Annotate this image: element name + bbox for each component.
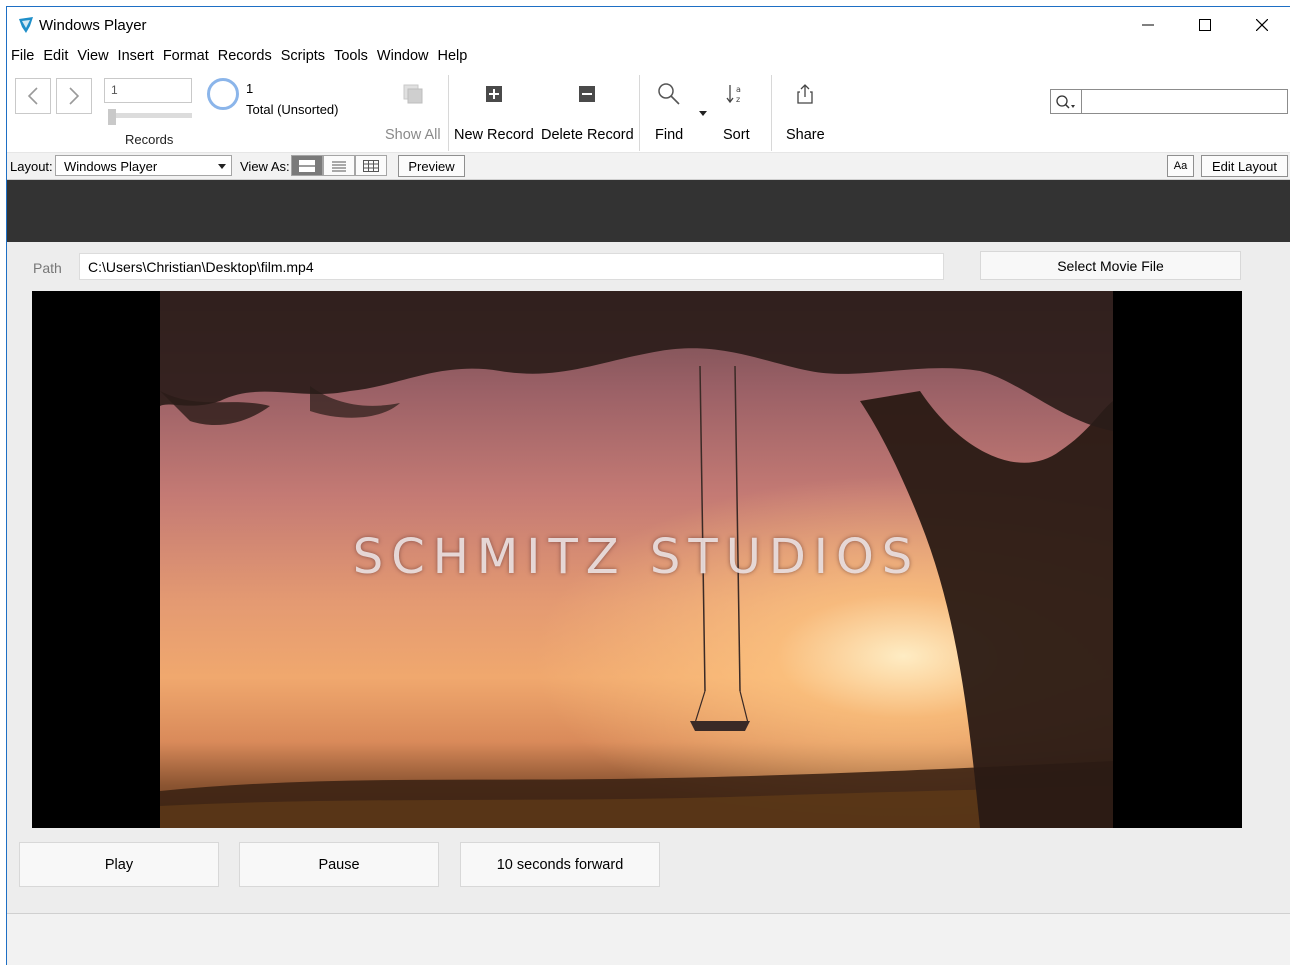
record-slider-thumb[interactable] xyxy=(108,109,116,125)
minus-box-icon xyxy=(579,86,596,102)
quick-find-field[interactable] xyxy=(1050,89,1288,114)
edit-layout-button[interactable]: Edit Layout xyxy=(1201,155,1288,177)
toolbar-divider xyxy=(639,75,640,151)
layout-dropdown-value: Windows Player xyxy=(64,159,158,174)
chevron-right-icon xyxy=(69,87,80,105)
path-label: Path xyxy=(33,260,62,276)
new-record-button[interactable]: New Record xyxy=(454,77,534,147)
menu-edit[interactable]: Edit xyxy=(39,45,72,67)
next-record-button[interactable] xyxy=(56,78,92,114)
menu-help[interactable]: Help xyxy=(434,45,472,67)
video-frame: SCHMITZ STUDIOS xyxy=(160,291,1113,828)
menu-bar: File Edit View Insert Format Records Scr… xyxy=(7,45,472,67)
app-window: Windows Player File Edit View Insert For… xyxy=(6,6,1290,965)
maximize-button[interactable] xyxy=(1176,7,1233,43)
current-record-field[interactable]: 1 xyxy=(104,78,192,103)
menu-tools[interactable]: Tools xyxy=(330,45,372,67)
plus-box-icon xyxy=(485,86,502,102)
minimize-icon xyxy=(1141,24,1154,26)
close-icon xyxy=(1255,19,1268,31)
previous-record-button[interactable] xyxy=(15,78,51,114)
maximize-icon xyxy=(1198,19,1211,31)
layout-label: Layout: xyxy=(10,159,53,174)
select-movie-file-button[interactable]: Select Movie File xyxy=(980,251,1241,280)
layout-footer xyxy=(7,913,1290,965)
sort-button[interactable]: a z Sort xyxy=(723,77,750,147)
svg-text:z: z xyxy=(736,95,740,104)
menu-format[interactable]: Format xyxy=(159,45,213,67)
find-label: Find xyxy=(655,127,684,143)
menu-insert[interactable]: Insert xyxy=(114,45,158,67)
sort-icon: a z xyxy=(726,85,741,104)
close-button[interactable] xyxy=(1233,7,1290,43)
video-overlay-title: SCHMITZ STUDIOS xyxy=(352,529,921,585)
share-label: Share xyxy=(786,127,825,143)
menu-window[interactable]: Window xyxy=(373,45,433,67)
layout-body: Path C:\Users\Christian\Desktop\film.mp4… xyxy=(7,242,1290,913)
status-toolbar: 1 Records 1 Total (Unsorted) Show All Ne… xyxy=(7,69,1290,153)
share-icon xyxy=(797,84,813,104)
layout-bar: Layout: Windows Player View As: Preview … xyxy=(7,153,1290,180)
search-icon xyxy=(658,83,680,105)
new-record-label: New Record xyxy=(454,127,534,143)
menu-view[interactable]: View xyxy=(73,45,112,67)
layout-dropdown[interactable]: Windows Player xyxy=(55,155,232,176)
path-field[interactable]: C:\Users\Christian\Desktop\film.mp4 xyxy=(79,253,944,280)
total-label: Total (Unsorted) xyxy=(246,102,339,117)
window-title: Windows Player xyxy=(39,17,147,34)
toolbar-divider xyxy=(448,75,449,151)
list-view-icon xyxy=(332,161,346,171)
chevron-left-icon xyxy=(27,87,38,105)
view-as-form-button[interactable] xyxy=(291,155,323,176)
record-slider-track[interactable] xyxy=(108,113,192,118)
sort-label: Sort xyxy=(723,127,750,143)
quick-find-options-button[interactable] xyxy=(1051,90,1082,113)
show-all-icon xyxy=(403,84,423,104)
play-button[interactable]: Play xyxy=(19,842,219,887)
video-player[interactable]: SCHMITZ STUDIOS xyxy=(32,291,1242,828)
table-view-icon xyxy=(363,159,379,172)
toolbar-divider xyxy=(771,75,772,151)
forward-10-seconds-button[interactable]: 10 seconds forward xyxy=(460,842,660,887)
menu-scripts[interactable]: Scripts xyxy=(277,45,329,67)
delete-record-label: Delete Record xyxy=(541,127,634,143)
preview-button[interactable]: Preview xyxy=(398,155,465,177)
find-button[interactable]: Find xyxy=(655,77,683,147)
menu-file[interactable]: File xyxy=(7,45,38,67)
form-view-icon xyxy=(299,159,315,172)
app-logo-icon xyxy=(19,17,33,33)
found-count: 1 xyxy=(246,81,254,96)
chevron-down-icon xyxy=(218,164,226,169)
view-as-table-button[interactable] xyxy=(355,155,387,176)
find-dropdown-icon[interactable] xyxy=(699,111,707,117)
minimize-button[interactable] xyxy=(1119,7,1176,43)
svg-text:a: a xyxy=(736,85,741,94)
view-as-list-button[interactable] xyxy=(323,155,355,176)
show-all-label: Show All xyxy=(385,127,441,143)
menu-records[interactable]: Records xyxy=(214,45,276,67)
pause-button[interactable]: Pause xyxy=(239,842,439,887)
records-label: Records xyxy=(125,132,174,147)
title-bar: Windows Player xyxy=(7,7,1290,43)
found-set-pie-icon[interactable] xyxy=(207,78,239,110)
layout-header xyxy=(7,180,1290,242)
text-format-button[interactable]: Aa xyxy=(1167,155,1194,177)
show-all-button[interactable]: Show All xyxy=(385,77,441,147)
delete-record-button[interactable]: Delete Record xyxy=(541,77,634,147)
share-button[interactable]: Share xyxy=(786,77,825,147)
view-as-label: View As: xyxy=(240,159,290,174)
search-icon xyxy=(1056,94,1075,109)
